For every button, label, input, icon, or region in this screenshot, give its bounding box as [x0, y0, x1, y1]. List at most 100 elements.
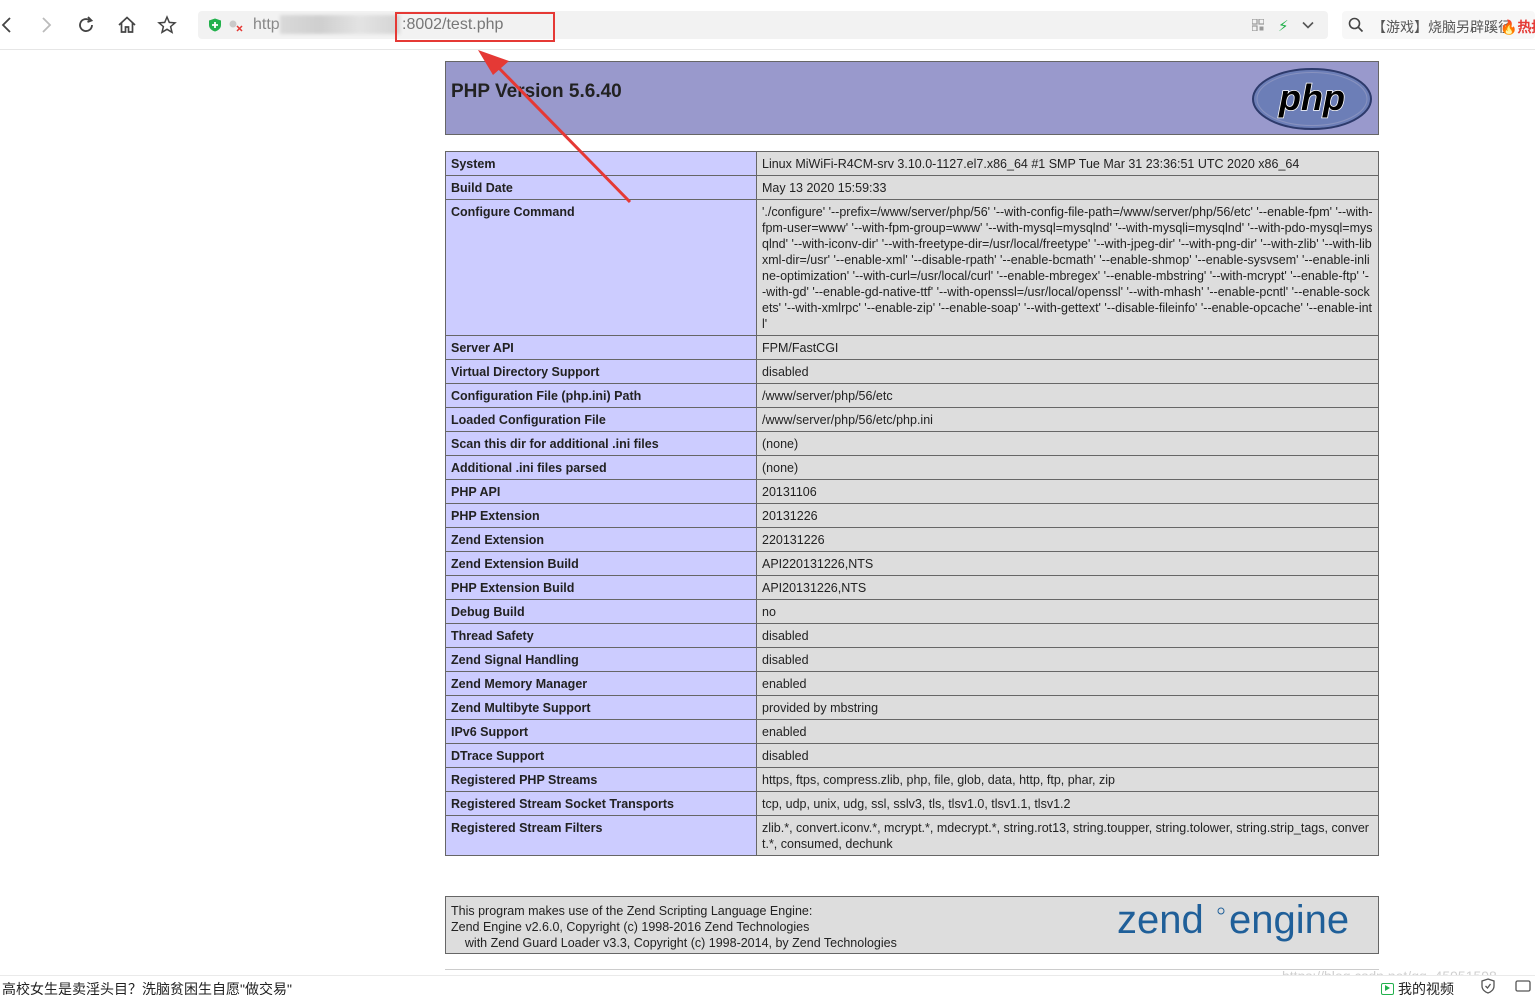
page-title: PHP Version 5.6.40 — [451, 81, 622, 102]
row-key: PHP Extension Build — [445, 575, 757, 600]
table-row: Debug Build no — [445, 599, 1379, 624]
zend-engine-logo: zend engine — [1117, 899, 1349, 942]
table-row: Scan this dir for additional .ini files(… — [445, 431, 1379, 456]
hot-search-label[interactable]: 🔥热搜 — [1500, 17, 1535, 37]
table-row: Virtual Directory Support disabled — [445, 359, 1379, 384]
phpinfo-table: System Linux MiWiFi-R4CM-srv 3.10.0-1127.… — [445, 151, 1379, 856]
status-icons[interactable] — [1480, 978, 1535, 994]
row-value: (none) — [756, 455, 1379, 480]
reload-button[interactable] — [73, 12, 99, 38]
lightning-icon[interactable]: ⚡ — [1278, 17, 1289, 35]
row-key: Configure Command — [445, 199, 757, 336]
table-row: Configuration File (php.ini) Path/www/se… — [445, 383, 1379, 408]
table-row: DTrace Support disabled — [445, 743, 1379, 768]
url-highlight-box — [395, 12, 555, 42]
row-key: Configuration File (php.ini) Path — [445, 383, 757, 408]
row-value: disabled — [756, 359, 1379, 384]
row-key: Zend Signal Handling — [445, 647, 757, 672]
zend-engine-text: This program makes use of the Zend Scrip… — [451, 904, 897, 950]
row-key: Registered Stream Filters — [445, 815, 757, 856]
table-row: Zend Signal Handling disabled — [445, 647, 1379, 672]
row-value: /www/server/php/56/etc — [756, 383, 1379, 408]
row-value: zlib.*, convert.iconv.*, mcrypt.*, mdecr… — [756, 815, 1379, 856]
php-logo: php — [1252, 68, 1372, 130]
php-logo-text: php — [1278, 77, 1345, 118]
my-video-button[interactable]: 我的视频 — [1381, 979, 1454, 995]
row-key: Registered Stream Socket Transports — [445, 791, 757, 816]
star-icon — [157, 15, 177, 34]
row-value: API220131226,NTS — [756, 551, 1379, 576]
row-key: IPv6 Support — [445, 719, 757, 744]
row-value: 20131226 — [756, 503, 1379, 528]
bookmark-button[interactable] — [154, 12, 180, 38]
zend-engine-box: This program makes use of the Zend Scrip… — [445, 896, 1379, 954]
row-key: Debug Build — [445, 599, 757, 624]
address-bar[interactable]: http :8002/test.php ⚡ — [198, 11, 1328, 39]
row-value: no — [756, 599, 1379, 624]
home-button[interactable] — [114, 12, 140, 38]
table-row: System Linux MiWiFi-R4CM-srv 3.10.0-1127.… — [445, 151, 1379, 176]
row-key: Registered PHP Streams — [445, 767, 757, 792]
row-key: Build Date — [445, 175, 757, 200]
zend-logo-word1: zend — [1117, 899, 1204, 942]
forward-arrow-icon — [42, 17, 52, 33]
table-row: Server API FPM/FastCGI — [445, 335, 1379, 360]
table-row: Zend Memory Manager enabled — [445, 671, 1379, 696]
row-key: Zend Memory Manager — [445, 671, 757, 696]
table-row: PHP Extension Build API20131226,NTS — [445, 575, 1379, 600]
row-value: enabled — [756, 671, 1379, 696]
search-icon — [1348, 17, 1364, 33]
row-value: /www/server/php/56/etc/php.ini — [756, 407, 1379, 432]
row-key: DTrace Support — [445, 743, 757, 768]
row-value: enabled — [756, 719, 1379, 744]
hot-search-text: 热搜 — [1517, 19, 1535, 35]
row-value: disabled — [756, 623, 1379, 648]
row-key: Additional .ini files parsed — [445, 455, 757, 480]
divider — [445, 969, 1379, 970]
news-ticker-link[interactable]: 高校女生是卖淫头目？洗脑贫困生自愿"做交易" — [2, 979, 292, 995]
url-host-redacted — [280, 15, 400, 34]
table-row: Loaded Configuration File/www/server/php… — [445, 407, 1379, 432]
back-arrow-icon — [1, 17, 11, 33]
qr-code-icon[interactable] — [1252, 19, 1264, 31]
row-value: FPM/FastCGI — [756, 335, 1379, 360]
row-value: API20131226,NTS — [756, 575, 1379, 600]
table-row: Thread Safety disabled — [445, 623, 1379, 648]
row-key: System — [445, 151, 757, 176]
phpinfo-header: PHP Version 5.6.40 php — [445, 61, 1379, 135]
table-row: Configure Command './configure' '--prefix… — [445, 199, 1379, 336]
my-video-label: 我的视频 — [1398, 981, 1454, 995]
row-value: disabled — [756, 743, 1379, 768]
row-value: (none) — [756, 431, 1379, 456]
row-key: Server API — [445, 335, 757, 360]
zend-logo-word2: engine — [1229, 899, 1349, 942]
table-row: PHP API 20131106 — [445, 479, 1379, 504]
back-button[interactable] — [0, 12, 20, 38]
video-icon — [1381, 983, 1394, 995]
row-value: tcp, udp, unix, udg, ssl, sslv3, tls, tl… — [756, 791, 1379, 816]
row-key: Zend Multibyte Support — [445, 695, 757, 720]
table-row: Zend Extension 220131226 — [445, 527, 1379, 552]
url-prefix: http — [253, 16, 280, 33]
table-row: PHP Extension 20131226 — [445, 503, 1379, 528]
row-key: PHP API — [445, 479, 757, 504]
row-value: 20131106 — [756, 479, 1379, 504]
chevron-down-icon[interactable] — [1301, 18, 1315, 32]
row-value: 220131226 — [756, 527, 1379, 552]
screen-icon — [1515, 980, 1531, 992]
row-value: provided by mbstring — [756, 695, 1379, 720]
row-value: May 13 2020 15:59:33 — [756, 175, 1379, 200]
shield-icon — [209, 18, 221, 32]
row-value: Linux MiWiFi-R4CM-srv 3.10.0-1127.el7.x8… — [756, 151, 1379, 176]
camera-off-icon — [229, 20, 243, 32]
forward-button[interactable] — [33, 12, 59, 38]
fire-icon: 🔥 — [1500, 19, 1518, 35]
row-value: './configure' '--prefix=/www/server/php/… — [756, 199, 1379, 336]
table-row: Zend Extension Build API220131226,NTS — [445, 551, 1379, 576]
reload-icon — [79, 16, 94, 32]
phpinfo-table-body: System Linux MiWiFi-R4CM-srv 3.10.0-1127.… — [445, 151, 1379, 856]
row-key: Zend Extension — [445, 527, 757, 552]
row-value: https, ftps, compress.zlib, php, file, g… — [756, 767, 1379, 792]
row-key: Thread Safety — [445, 623, 757, 648]
table-row: Registered Stream Socket Transports tcp, … — [445, 791, 1379, 816]
